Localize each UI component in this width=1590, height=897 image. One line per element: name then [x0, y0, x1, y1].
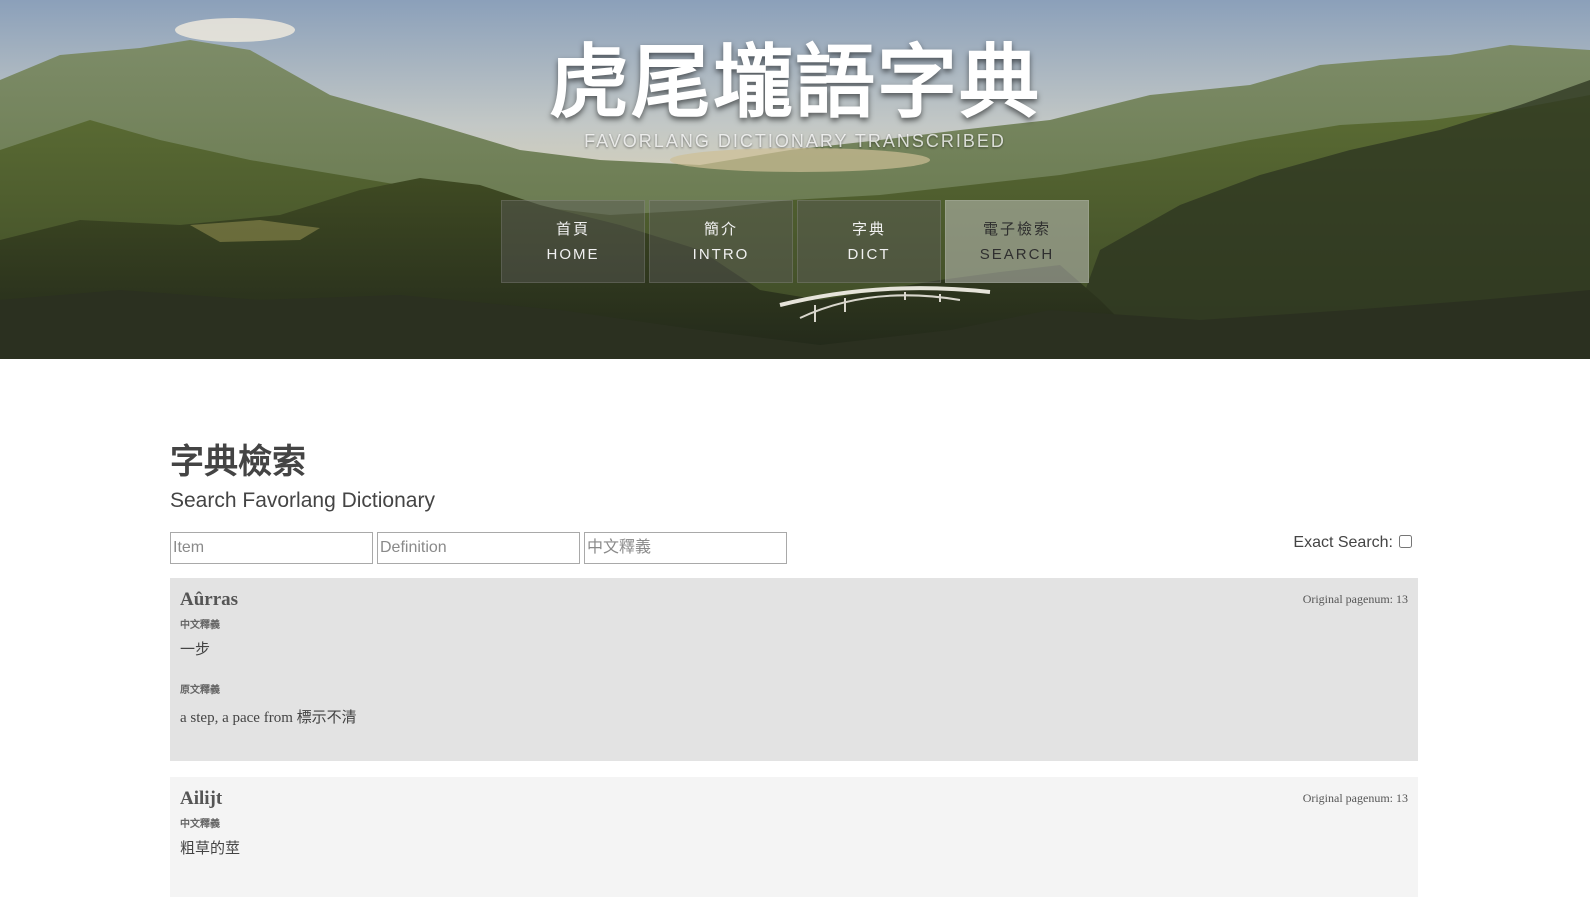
nav-item-en-label: SEARCH [979, 245, 1055, 263]
definition-search-input[interactable] [377, 532, 580, 564]
entry-headword: Ailijt [180, 788, 223, 809]
exact-search-label: Exact Search: [1293, 534, 1393, 551]
nav-item-en-label: HOME [546, 245, 600, 263]
nav-item-search[interactable]: 電子檢索 SEARCH [945, 200, 1089, 283]
dictionary-entry: Ailijt Original pagenum: 13 中文釋義 粗草的莖 [170, 777, 1418, 897]
entry-pagenum: Original pagenum: 13 [1302, 592, 1408, 606]
original-definition-value: a step, a pace from 標示不清 [180, 710, 357, 726]
exact-search-toggle: Exact Search: [1293, 534, 1412, 552]
chinese-definition-value: 粗草的莖 [180, 841, 241, 857]
exact-search-checkbox[interactable] [1399, 534, 1412, 548]
hero-banner: 虎尾壠語字典 FAVORLANG DICTIONARY TRANSCRIBED … [0, 0, 1590, 359]
entry-headword: Aûrras [180, 589, 239, 610]
nav-item-en-label: DICT [847, 245, 891, 263]
nav-item-en-label: INTRO [692, 245, 750, 263]
nav-item-intro[interactable]: 簡介 INTRO [649, 200, 793, 283]
original-definition-label: 原文釋義 [180, 685, 220, 696]
nav-item-zh-label: 簡介 [703, 219, 738, 238]
chinese-definition-search-input[interactable] [584, 532, 787, 564]
site-title: 虎尾壠語字典 [549, 36, 1041, 129]
nav-item-zh-label: 首頁 [555, 219, 590, 238]
chinese-definition-value: 一步 [180, 642, 211, 658]
page-title: 字典檢索 [170, 442, 306, 482]
entry-pagenum: Original pagenum: 13 [1302, 791, 1408, 805]
chinese-definition-label: 中文釋義 [180, 819, 220, 830]
dictionary-entry: Aûrras Original pagenum: 13 中文釋義 一步 原文釋義… [170, 578, 1418, 761]
item-search-input[interactable] [170, 532, 373, 564]
site-subtitle: FAVORLANG DICTIONARY TRANSCRIBED [584, 131, 1006, 151]
main-content: 字典檢索 Search Favorlang Dictionary Exact S… [170, 359, 1418, 897]
nav-item-dict[interactable]: 字典 DICT [797, 200, 941, 283]
nav-item-zh-label: 電子檢索 [982, 219, 1051, 238]
main-nav: 首頁 HOME 簡介 INTRO 字典 DICT 電子檢索 SEARCH [501, 200, 1089, 283]
nav-item-zh-label: 字典 [851, 219, 886, 238]
page-subtitle: Search Favorlang Dictionary [170, 489, 435, 512]
search-form: Exact Search: [170, 532, 1418, 564]
nav-item-home[interactable]: 首頁 HOME [501, 200, 645, 283]
chinese-definition-label: 中文釋義 [180, 620, 220, 631]
